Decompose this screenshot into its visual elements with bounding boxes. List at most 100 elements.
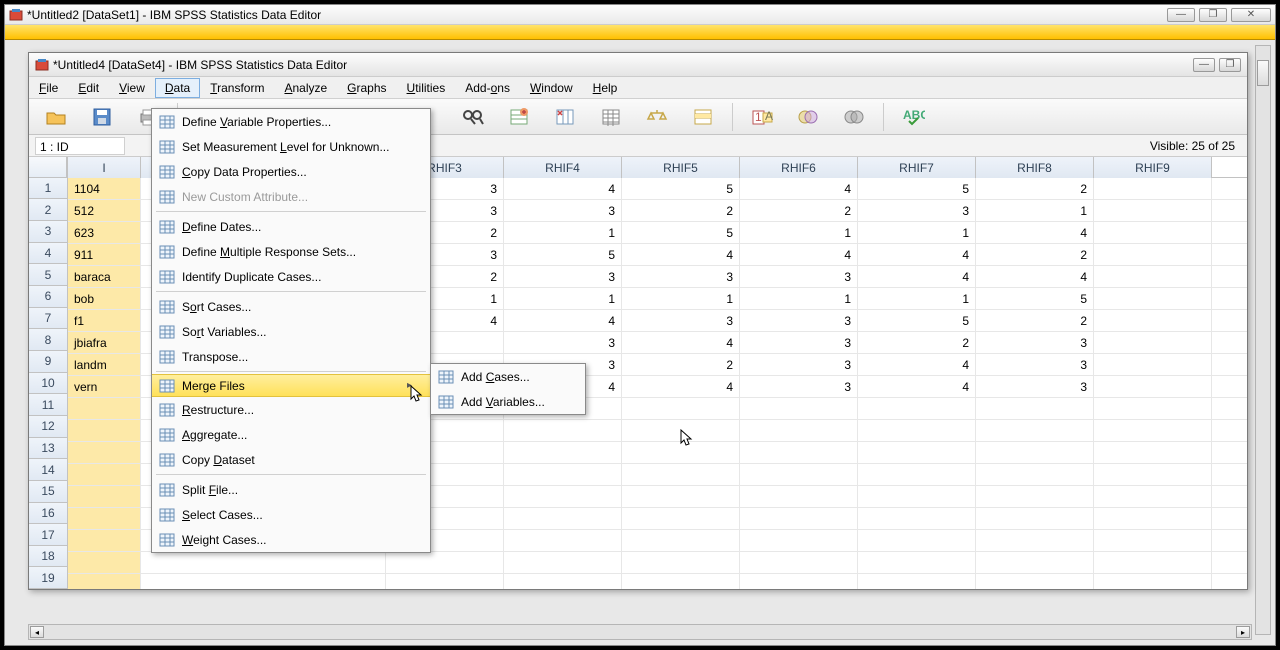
open-button[interactable] <box>37 102 75 132</box>
row-header[interactable]: 13 <box>29 438 67 460</box>
cell[interactable]: 5 <box>858 178 976 199</box>
horizontal-scrollbar[interactable]: ◂ ▸ <box>28 624 1252 640</box>
row-header[interactable]: 5 <box>29 264 67 286</box>
cell[interactable]: 5 <box>858 310 976 331</box>
cell[interactable] <box>1094 464 1212 485</box>
cell-id[interactable] <box>68 420 141 441</box>
cell[interactable]: 4 <box>976 222 1094 243</box>
cell[interactable]: 4 <box>504 310 622 331</box>
insert-case-button[interactable] <box>500 102 538 132</box>
cell-id[interactable]: 1104 <box>68 178 141 199</box>
cell[interactable] <box>858 552 976 573</box>
cell[interactable]: 3 <box>976 332 1094 353</box>
cell[interactable]: 5 <box>504 244 622 265</box>
cell-id[interactable] <box>68 442 141 463</box>
row-header[interactable]: 10 <box>29 373 67 395</box>
row-header[interactable]: 7 <box>29 308 67 330</box>
menu-item-add-cases[interactable]: Add Cases... <box>431 364 585 389</box>
cell-id[interactable]: vern <box>68 376 141 397</box>
cell[interactable]: 3 <box>976 376 1094 397</box>
cell[interactable] <box>740 486 858 507</box>
cell[interactable] <box>622 530 740 551</box>
cell[interactable]: 3 <box>504 266 622 287</box>
data-menu-dropdown[interactable]: Define Variable Properties...Set Measure… <box>151 108 431 553</box>
cell[interactable]: 2 <box>622 200 740 221</box>
row-header[interactable]: 11 <box>29 394 67 416</box>
close-button[interactable]: ✕ <box>1231 8 1271 22</box>
row-header[interactable]: 9 <box>29 351 67 373</box>
cell-id[interactable] <box>68 508 141 529</box>
cell[interactable] <box>504 574 622 589</box>
row-header[interactable]: 19 <box>29 567 67 589</box>
cell[interactable] <box>622 486 740 507</box>
cell[interactable] <box>386 574 504 589</box>
cell-id[interactable] <box>68 530 141 551</box>
split-file-button[interactable] <box>592 102 630 132</box>
menu-view[interactable]: View <box>109 78 155 98</box>
cell[interactable] <box>386 552 504 573</box>
cell[interactable]: 3 <box>622 310 740 331</box>
cell[interactable] <box>1094 288 1212 309</box>
cell[interactable] <box>1094 310 1212 331</box>
show-all-button[interactable] <box>835 102 873 132</box>
cell[interactable]: 5 <box>622 222 740 243</box>
cell[interactable] <box>504 530 622 551</box>
table-row[interactable] <box>68 574 1247 589</box>
menu-item-restructure[interactable]: Restructure... <box>152 397 430 422</box>
cell[interactable] <box>622 508 740 529</box>
menu-item-aggregate[interactable]: Aggregate... <box>152 422 430 447</box>
cell[interactable]: 3 <box>740 310 858 331</box>
cell[interactable]: 4 <box>740 178 858 199</box>
cell[interactable] <box>976 574 1094 589</box>
cell-id[interactable]: bob <box>68 288 141 309</box>
cell[interactable] <box>504 442 622 463</box>
row-header[interactable]: 17 <box>29 524 67 546</box>
cell[interactable] <box>976 552 1094 573</box>
cell[interactable]: 3 <box>504 332 622 353</box>
cell[interactable] <box>504 508 622 529</box>
cell[interactable] <box>976 442 1094 463</box>
menu-item-sort-cases[interactable]: Sort Cases... <box>152 294 430 319</box>
cell[interactable] <box>1094 332 1212 353</box>
cell[interactable] <box>1094 552 1212 573</box>
cell[interactable]: 4 <box>622 332 740 353</box>
weight-button[interactable] <box>638 102 676 132</box>
col-header-rhif9[interactable]: RHIF9 <box>1094 157 1212 178</box>
menu-item-define-variable-properties[interactable]: Define Variable Properties... <box>152 109 430 134</box>
cell[interactable] <box>622 420 740 441</box>
cell[interactable] <box>1094 442 1212 463</box>
cell[interactable]: 1 <box>504 222 622 243</box>
row-header[interactable]: 16 <box>29 503 67 525</box>
insert-variable-button[interactable] <box>546 102 584 132</box>
cell[interactable]: 4 <box>740 244 858 265</box>
cell-id[interactable]: 911 <box>68 244 141 265</box>
cell[interactable] <box>622 574 740 589</box>
menu-item-define-dates[interactable]: Define Dates... <box>152 214 430 239</box>
cell[interactable]: 3 <box>740 354 858 375</box>
cell[interactable] <box>1094 222 1212 243</box>
cell[interactable] <box>976 508 1094 529</box>
cell[interactable] <box>976 486 1094 507</box>
cell[interactable] <box>1094 508 1212 529</box>
row-header[interactable]: 8 <box>29 329 67 351</box>
row-header[interactable]: 6 <box>29 286 67 308</box>
cell-id[interactable] <box>68 486 141 507</box>
cell[interactable]: 3 <box>504 200 622 221</box>
cell[interactable]: 2 <box>622 354 740 375</box>
cell[interactable] <box>858 486 976 507</box>
cell[interactable] <box>858 530 976 551</box>
cell[interactable]: 2 <box>976 244 1094 265</box>
cell[interactable]: 5 <box>622 178 740 199</box>
cell[interactable] <box>740 574 858 589</box>
cell-id[interactable]: 623 <box>68 222 141 243</box>
menu-item-identify-duplicate-cases[interactable]: Identify Duplicate Cases... <box>152 264 430 289</box>
col-header-rhif4[interactable]: RHIF4 <box>504 157 622 178</box>
cell[interactable] <box>858 420 976 441</box>
table-row[interactable] <box>68 552 1247 574</box>
cell[interactable] <box>1094 200 1212 221</box>
cell-id[interactable]: f1 <box>68 310 141 331</box>
cell[interactable]: 4 <box>622 376 740 397</box>
cell[interactable]: 4 <box>622 244 740 265</box>
inner-titlebar[interactable]: *Untitled4 [DataSet4] - IBM SPSS Statist… <box>29 53 1247 77</box>
cell[interactable]: 4 <box>858 266 976 287</box>
